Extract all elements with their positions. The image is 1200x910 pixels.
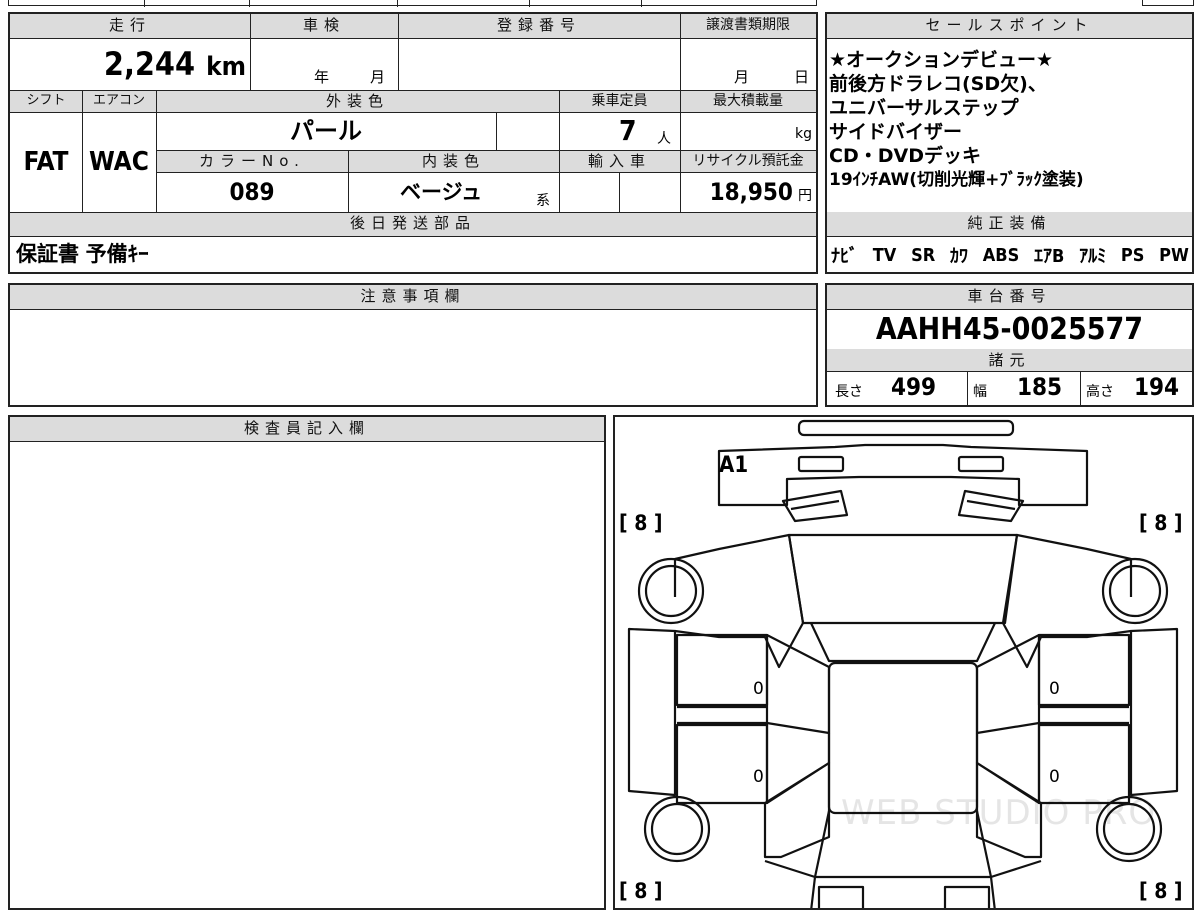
equipment-list: ﾅﾋﾞ TV SR ｶﾜ ABS ｴｱB ｱﾙﾐ PS PW	[831, 238, 1189, 272]
capacity-value-cell: 7 人	[559, 112, 680, 150]
max-load-header: 最大積載量	[680, 90, 816, 112]
shift-header: シフト	[10, 90, 82, 112]
inspection-year-label: 年	[314, 68, 330, 86]
mileage-value-cell: 2,244 km	[10, 38, 250, 90]
recycle-deposit-cell: 18,950 円	[680, 172, 816, 212]
equipment-item: ABS	[982, 244, 1020, 266]
equipment-item: PS	[1120, 244, 1145, 266]
recycle-deposit-unit: 円	[798, 188, 812, 204]
notes-panel: 注意事項欄	[8, 283, 818, 407]
equipment-item: SR	[911, 244, 936, 266]
sales-points-panel: セールスポイント ★オークションデビュー★ 前後方ドラレコ(SD欠)、 ユニバー…	[825, 12, 1194, 274]
sales-points-list: ★オークションデビュー★ 前後方ドラレコ(SD欠)、 ユニバーサルステップ サイ…	[829, 48, 1189, 212]
recycle-deposit-value: 18,950	[709, 178, 793, 206]
ac-value: WAC	[89, 147, 149, 177]
inspector-panel: 検査員記入欄	[8, 415, 606, 910]
chassis-panel: 車台番号 AAHH45-0025577 諸元 長さ 499 幅 185 高さ 1…	[825, 283, 1194, 407]
height-value: 194	[1134, 373, 1180, 401]
capacity-unit: 人	[657, 131, 671, 147]
transfer-deadline-cell: 月 日	[680, 38, 816, 90]
tread-front-left: [ 8 ]	[619, 511, 663, 535]
transfer-deadline-header: 譲渡書類期限	[680, 14, 816, 38]
interior-color-value: ベージュ	[400, 180, 483, 204]
sales-point-line: ★オークションデビュー★	[829, 49, 1054, 71]
top-strip	[8, 0, 817, 7]
inspection-month-label: 月	[370, 68, 386, 86]
shipping-parts-header: 後日発送部品	[10, 212, 816, 236]
chassis-number: AAHH45-0025577	[875, 312, 1144, 347]
recycle-deposit-header: リサイクル預託金	[680, 150, 816, 172]
equipment-header: 純正装備	[827, 212, 1192, 236]
tread-rear-left: [ 8 ]	[619, 879, 663, 903]
registration-value	[398, 38, 680, 90]
equipment-item: ｶﾜ	[949, 246, 968, 267]
equipment-item: PW	[1159, 244, 1189, 266]
equipment-item: TV	[872, 244, 897, 266]
color-no-header: カラーNo.	[156, 150, 348, 172]
mileage-unit: km	[206, 52, 246, 82]
sales-point-line: ユニバーサルステップ	[829, 97, 1019, 119]
length-cell: 長さ 499	[833, 371, 963, 405]
top-strip-right	[1142, 0, 1194, 6]
color-no-value: 089	[229, 178, 275, 206]
tread-front-right: [ 8 ]	[1139, 511, 1183, 535]
height-label: 高さ	[1086, 384, 1114, 400]
width-value: 185	[1017, 373, 1063, 401]
max-load-value-cell: kg	[680, 112, 816, 150]
interior-color-header: 内装色	[348, 150, 559, 172]
height-cell: 高さ 194	[1084, 371, 1190, 405]
sales-point-line: 19ｲﾝﾁAW(切削光輝+ﾌﾞﾗｯｸ塗装)	[829, 170, 1084, 190]
sales-point-line: サイドバイザー	[829, 121, 963, 143]
tread-rear-right: [ 8 ]	[1139, 879, 1183, 903]
equipment-item: ｴｱB	[1034, 246, 1065, 267]
watermark: WEB STUDIO PRO	[841, 793, 1157, 833]
shipping-parts-value: 保証書 予備ｷｰ	[16, 242, 149, 266]
mileage-header: 走行	[10, 14, 250, 38]
transfer-day-label: 日	[794, 68, 810, 86]
door-rear-right-mark: 0	[1049, 767, 1060, 787]
transfer-month-label: 月	[734, 68, 750, 86]
sales-point-line: CD・DVDデッキ	[829, 145, 981, 167]
registration-header: 登録番号	[398, 14, 680, 38]
vehicle-diagram	[627, 419, 1179, 908]
damage-diagram-panel: A1 [ 8 ] [ 8 ] [ 8 ] [ 8 ] 0 0 0 0 WEB S…	[613, 415, 1194, 910]
length-value: 499	[891, 373, 937, 401]
exterior-color-value: パール	[290, 117, 362, 145]
import-header: 輸入車	[559, 150, 680, 172]
interior-color-suffix: 系	[536, 193, 550, 209]
width-label: 幅	[973, 384, 987, 400]
door-front-right-mark: 0	[1049, 679, 1060, 699]
capacity-header: 乗車定員	[559, 90, 680, 112]
mileage-value: 2,244	[103, 45, 195, 83]
inspection-value-cell: 年 月	[250, 38, 398, 90]
ac-header: エアコン	[82, 90, 156, 112]
inspector-body	[16, 447, 596, 897]
interior-color-cell: ベージュ 系	[348, 172, 559, 212]
door-rear-left-mark: 0	[753, 767, 764, 787]
inspection-header: 車検	[250, 14, 398, 38]
sales-points-header: セールスポイント	[827, 14, 1192, 38]
notes-body	[16, 315, 806, 401]
exterior-color-header: 外装色	[156, 90, 559, 112]
shift-value: FAT	[23, 147, 69, 177]
equipment-item: ﾅﾋﾞ	[831, 246, 858, 267]
notes-header: 注意事項欄	[10, 285, 816, 309]
specs-header: 諸元	[827, 349, 1192, 371]
sales-point-line: 前後方ドラレコ(SD欠)、	[829, 73, 1047, 95]
length-label: 長さ	[835, 384, 863, 400]
chassis-header: 車台番号	[827, 285, 1192, 309]
inspector-header: 検査員記入欄	[10, 417, 604, 441]
max-load-unit: kg	[795, 126, 812, 142]
equipment-item: ｱﾙﾐ	[1079, 246, 1107, 267]
capacity-value: 7	[619, 114, 637, 147]
vehicle-info-panel: 走行 車検 登録番号 譲渡書類期限 2,244 km 年 月 月 日 シフト エ…	[8, 12, 818, 274]
damage-code-label: A1	[719, 453, 749, 478]
width-cell: 幅 185	[971, 371, 1077, 405]
door-front-left-mark: 0	[753, 679, 764, 699]
